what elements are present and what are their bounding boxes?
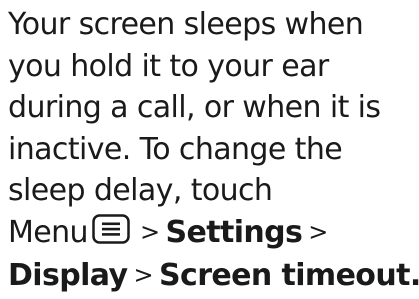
path-separator: > (139, 217, 160, 246)
display-label: Display (8, 258, 128, 293)
settings-label: Settings (165, 214, 303, 250)
menu-path-line-1: Menu > Settings > (8, 212, 416, 256)
instruction-paragraph: Your screen sleeps when you hold it to y… (8, 4, 419, 299)
menu-label: Menu (8, 214, 89, 250)
menu-icon (92, 214, 130, 244)
paragraph-line: Your screen sleeps when (8, 7, 364, 42)
paragraph-line: sleep delay, touch (8, 173, 273, 208)
paragraph-line: during a call, or when it is (8, 90, 381, 125)
screen-timeout-label: Screen timeout. (159, 258, 419, 293)
path-separator: > (133, 261, 153, 289)
paragraph-line: you hold it to your ear (8, 48, 329, 84)
path-separator: > (308, 217, 328, 246)
menu-path-line-2: Display > Screen timeout. (8, 255, 419, 299)
paragraph-line: inactive. To change the (8, 131, 343, 167)
